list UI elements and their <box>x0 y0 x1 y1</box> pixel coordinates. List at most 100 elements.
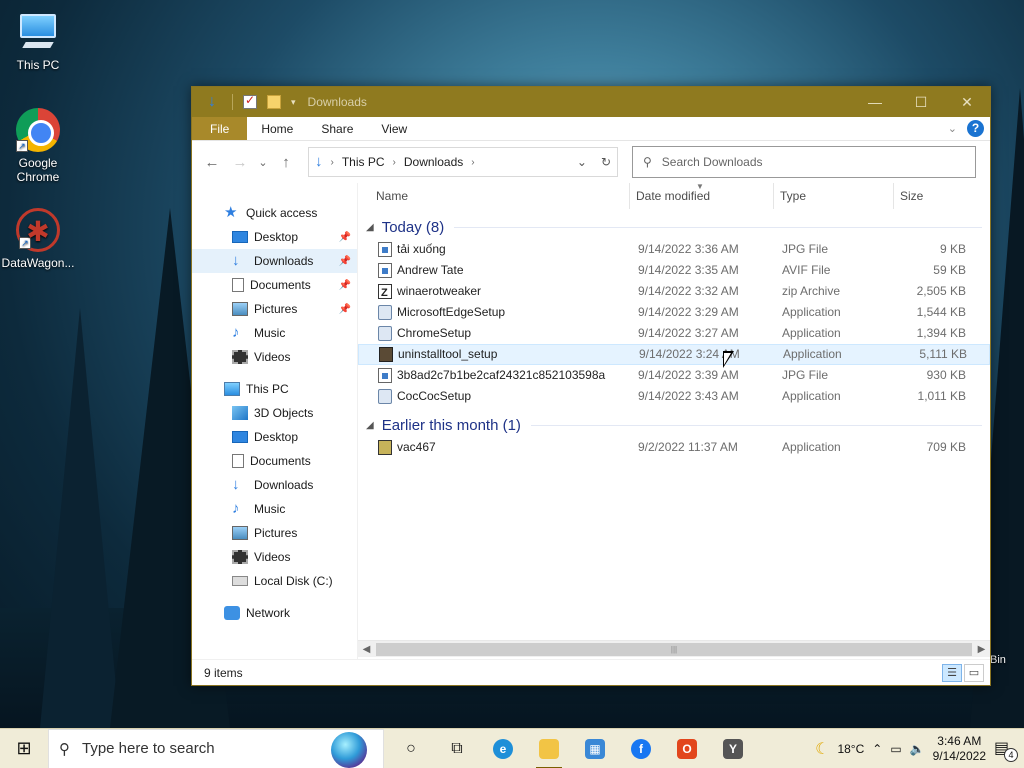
scroll-right-icon[interactable]: ▶ <box>973 644 990 655</box>
task-view-icon[interactable]: ⧉ <box>434 729 480 768</box>
show-hidden-icons-icon[interactable]: ⌃ <box>872 742 882 756</box>
videos-folder-icon <box>232 350 248 364</box>
close-button[interactable]: ✕ <box>944 87 990 117</box>
volume-icon[interactable]: 🔈 <box>910 742 925 756</box>
clock[interactable]: 3:46 AM 9/14/2022 <box>933 734 986 764</box>
scroll-left-icon[interactable]: ◀ <box>358 644 375 655</box>
column-header-date-modified[interactable]: ▼ Date modified <box>630 182 774 209</box>
help-icon[interactable]: ? <box>967 120 984 137</box>
new-folder-icon[interactable] <box>267 95 281 109</box>
desktop-icon-label: Google Chrome <box>16 156 60 184</box>
tab-view[interactable]: View <box>367 117 421 140</box>
sidebar-item-documents[interactable]: Documents 📌 <box>192 273 357 297</box>
file-explorer-icon[interactable] <box>526 729 572 768</box>
expand-ribbon-chevron-icon[interactable]: ⌄ <box>948 122 957 135</box>
sidebar-item-pc-music[interactable]: ♪ Music <box>192 497 357 521</box>
breadcrumb-downloads[interactable]: Downloads <box>404 155 463 169</box>
customize-chevron-icon[interactable]: ▾ <box>291 97 296 108</box>
column-header-type[interactable]: Type <box>774 182 894 209</box>
sidebar-item-pc-pictures[interactable]: Pictures <box>192 521 357 545</box>
desktop-icon-this-pc[interactable]: This PC <box>0 10 76 72</box>
file-row[interactable]: tải xuống 9/14/2022 3:36 AM JPG File 9 KB <box>358 239 990 260</box>
shortcut-arrow-icon: ↗ <box>19 237 31 249</box>
file-date-modified: 9/14/2022 3:36 AM <box>638 242 739 256</box>
sidebar-item-pc-videos[interactable]: Videos <box>192 545 357 569</box>
sidebar-item-music[interactable]: ♪ Music <box>192 321 357 345</box>
cortana-icon[interactable]: ○ <box>388 729 434 768</box>
address-bar[interactable]: ↓ › This PC › Downloads › ⌄ ↻ <box>308 147 618 177</box>
file-type: Application <box>782 326 841 340</box>
facebook-icon[interactable]: f <box>618 729 664 768</box>
tab-file[interactable]: File <box>192 117 248 140</box>
sidebar-item-local-disk[interactable]: Local Disk (C:) <box>192 569 357 593</box>
file-row[interactable]: uninstalltool_setup 9/14/2022 3:24 AM Appl… <box>358 344 990 365</box>
file-row[interactable]: winaerotweaker 9/14/2022 3:32 AM zip Archi… <box>358 281 990 304</box>
refresh-icon[interactable]: ↻ <box>601 155 611 169</box>
yandex-icon[interactable]: Y <box>710 729 756 768</box>
file-row[interactable]: CocCocSetup 9/14/2022 3:43 AM Application 1… <box>358 386 990 407</box>
desktop-icon-datawagon[interactable]: ↗ DataWagon... <box>0 208 76 270</box>
network-tray-icon[interactable]: ▭ <box>890 742 901 756</box>
collapse-arrow-icon[interactable]: ◢ <box>366 420 374 431</box>
properties-icon[interactable] <box>243 93 257 109</box>
sidebar-item-pc-documents[interactable]: Documents <box>192 449 357 473</box>
taskbar-search-input[interactable]: ⚲ Type here to search <box>48 728 384 768</box>
file-row[interactable]: vac467 9/2/2022 11:37 AM Application 709 KB <box>358 437 990 458</box>
file-row[interactable]: Andrew Tate 9/14/2022 3:35 AM AVIF File 59 … <box>358 260 990 281</box>
file-group-header[interactable]: ◢ Earlier this month (1) <box>358 413 990 437</box>
edge-icon[interactable]: e <box>480 729 526 768</box>
forward-button[interactable]: → <box>228 154 252 171</box>
search-icon: ⚲ <box>643 155 652 169</box>
address-dropdown-icon[interactable]: ⌄ <box>577 155 587 169</box>
breadcrumb-separator-icon[interactable]: › <box>331 157 334 168</box>
title-bar[interactable]: ↓ ▾ Downloads — ☐ ✕ <box>192 87 990 117</box>
setup-app-icon <box>378 305 392 320</box>
sidebar-item-3d-objects[interactable]: 3D Objects <box>192 401 357 425</box>
horizontal-scrollbar[interactable]: ◀ ||| ▶ <box>358 640 990 657</box>
up-button[interactable]: ↑ <box>274 154 298 171</box>
sidebar-item-this-pc[interactable]: This PC <box>192 377 357 401</box>
file-type: AVIF File <box>782 263 831 277</box>
tab-share[interactable]: Share <box>307 117 367 140</box>
column-header-size[interactable]: Size <box>894 183 974 209</box>
weather-temperature[interactable]: 18°C <box>837 742 864 756</box>
breadcrumb-separator-icon[interactable]: › <box>471 157 474 168</box>
windows-start-icon[interactable]: ⊞ <box>0 738 48 759</box>
sidebar-item-desktop[interactable]: Desktop 📌 <box>192 225 357 249</box>
file-group-header[interactable]: ◢ Today (8) <box>358 215 990 239</box>
sidebar-item-videos[interactable]: Videos <box>192 345 357 369</box>
recycle-bin-label-fragment[interactable]: Bin <box>990 654 1006 666</box>
file-row[interactable]: 3b8ad2c7b1be2caf24321c852103598a 9/14/202… <box>358 365 990 386</box>
back-button[interactable]: ← <box>200 154 224 171</box>
file-name: MicrosoftEdgeSetup <box>397 305 506 319</box>
sidebar-item-label: Music <box>254 502 286 516</box>
breadcrumb-this-pc[interactable]: This PC <box>342 155 385 169</box>
office-icon[interactable]: O <box>664 729 710 768</box>
sidebar-item-label: Music <box>254 326 286 340</box>
sidebar-item-pictures[interactable]: Pictures 📌 <box>192 297 357 321</box>
sidebar-item-pc-desktop[interactable]: Desktop <box>192 425 357 449</box>
sidebar-item-downloads[interactable]: ↓ Downloads 📌 <box>192 249 357 273</box>
search-input[interactable]: ⚲ Search Downloads <box>632 146 976 178</box>
maximize-button[interactable]: ☐ <box>898 87 944 117</box>
breadcrumb-separator-icon[interactable]: › <box>393 157 396 168</box>
tab-home[interactable]: Home <box>247 117 307 140</box>
sidebar-item-pc-downloads[interactable]: ↓ Downloads <box>192 473 357 497</box>
moon-icon[interactable]: ☾ <box>815 739 829 759</box>
large-icons-view-icon[interactable]: ▭ <box>964 663 984 682</box>
desktop-icon-chrome[interactable]: ↗ Google Chrome <box>0 108 76 184</box>
minimize-button[interactable]: — <box>852 87 898 117</box>
notification-center-icon[interactable]: ▤ 4 <box>994 738 1018 762</box>
file-row[interactable]: MicrosoftEdgeSetup 9/14/2022 3:29 AM Appli… <box>358 302 990 323</box>
scrollbar-thumb[interactable]: ||| <box>376 642 972 656</box>
search-highlight-icon[interactable] <box>331 731 367 768</box>
store-icon[interactable]: ▦ <box>572 729 618 768</box>
sidebar-item-quick-access[interactable]: ★ Quick access <box>192 201 357 225</box>
column-header-name[interactable]: Name <box>358 182 630 209</box>
collapse-arrow-icon[interactable]: ◢ <box>366 222 374 233</box>
sidebar-item-network[interactable]: Network <box>192 601 357 625</box>
file-row[interactable]: ChromeSetup 9/14/2022 3:27 AM Application 1… <box>358 323 990 344</box>
recent-locations-button[interactable]: ⌄ <box>256 156 270 169</box>
details-view-icon[interactable]: ☰ <box>942 663 962 682</box>
group-divider <box>454 226 982 228</box>
